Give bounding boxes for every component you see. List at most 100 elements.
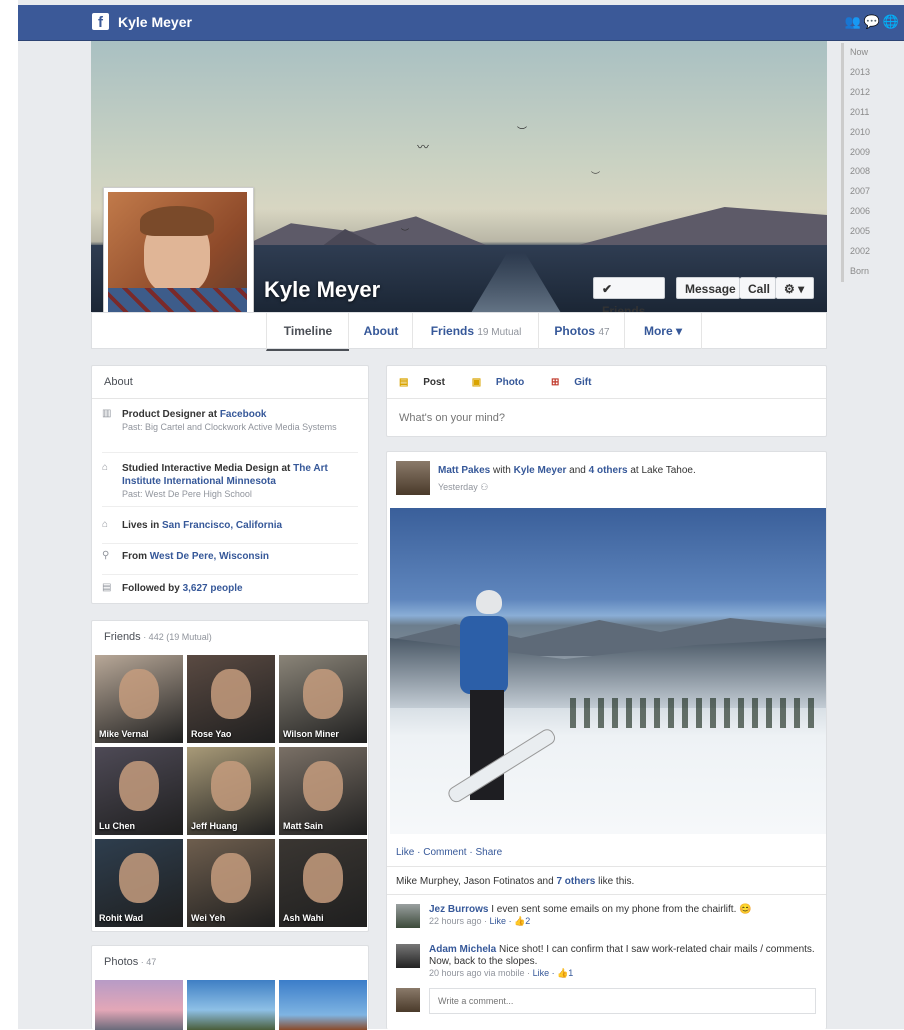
friend-tile[interactable]: Lu Chen — [95, 747, 183, 835]
about-work-link[interactable]: Facebook — [220, 409, 267, 420]
composer-gift-label: Gift — [574, 377, 592, 388]
friend-tile[interactable]: Rohit Wad — [95, 839, 183, 927]
friends-heading[interactable]: Friends · 442 (19 Mutual) — [92, 621, 368, 649]
divider — [387, 894, 826, 895]
photo-thumbnail[interactable] — [95, 980, 183, 1030]
comment-time[interactable]: 22 hours ago · — [429, 916, 490, 926]
about-followed-link[interactable]: 3,627 people — [183, 583, 243, 594]
tab-photos[interactable]: Photos 47 — [538, 313, 625, 349]
about-lives: ⌂ Lives in San Francisco, California — [102, 519, 358, 544]
graduation-cap-icon: ⌂ — [102, 462, 109, 473]
timeline-year-link[interactable]: 2002 — [844, 242, 894, 262]
timeline-year-link[interactable]: 2005 — [844, 222, 894, 242]
divider — [387, 866, 826, 867]
friend-tile[interactable]: Wei Yeh — [187, 839, 275, 927]
timeline-year-link[interactable]: 2009 — [844, 143, 894, 163]
comment-like-link[interactable]: Like — [533, 968, 550, 978]
friends-audience-icon: ⚇ — [480, 482, 489, 492]
post-photo[interactable] — [390, 508, 826, 834]
post-likes-others-link[interactable]: 7 others — [556, 876, 595, 887]
comment-author-link[interactable]: Jez Burrows — [429, 904, 488, 915]
snowboarder-helmet — [476, 590, 502, 614]
friend-tile[interactable]: Rose Yao — [187, 655, 275, 743]
message-button[interactable]: Message — [676, 277, 740, 299]
commenter-avatar[interactable] — [396, 944, 420, 968]
top-user-name[interactable]: Kyle Meyer — [118, 14, 192, 30]
commenter-avatar[interactable] — [396, 904, 420, 928]
tab-timeline[interactable]: Timeline — [266, 313, 349, 351]
timeline-year-link[interactable]: Born — [844, 262, 894, 282]
post-location-text: at Lake Tahoe. — [627, 465, 696, 476]
tab-friends[interactable]: Friends 19 Mutual — [412, 313, 539, 349]
globe-icon[interactable]: 🌐 — [883, 14, 902, 29]
settings-dropdown-button[interactable]: ⚙ ▾ — [776, 277, 814, 299]
friend-name[interactable]: Wilson Miner — [283, 729, 339, 739]
composer-post-tab[interactable]: ▤ Post — [399, 377, 457, 388]
friend-name[interactable]: Wei Yeh — [191, 913, 225, 923]
messages-icon[interactable]: 💬 — [864, 14, 883, 29]
friend-face-shape — [211, 853, 251, 903]
status-input[interactable] — [387, 398, 826, 436]
friend-tile[interactable]: Matt Sain — [279, 747, 367, 835]
friend-name[interactable]: Ash Wahi — [283, 913, 324, 923]
timeline-year-link[interactable]: 2013 — [844, 63, 894, 83]
friend-tile[interactable]: Wilson Miner — [279, 655, 367, 743]
post-tagged-link[interactable]: Kyle Meyer — [514, 465, 567, 476]
post-actions[interactable]: Like · Comment · Share — [396, 847, 502, 858]
about-from-link[interactable]: West De Pere, Wisconsin — [150, 551, 269, 562]
timeline-year-link[interactable]: 2008 — [844, 162, 894, 182]
post-likes-suffix: like this. — [595, 876, 635, 887]
composer-gift-tab[interactable]: ⊞ Gift — [551, 377, 603, 388]
post-others-link[interactable]: 4 others — [589, 465, 628, 476]
comment-like-link[interactable]: Like — [490, 916, 507, 926]
profile-photo-image — [108, 192, 247, 328]
timeline-year-link[interactable]: 2010 — [844, 123, 894, 143]
friend-name[interactable]: Rohit Wad — [99, 913, 143, 923]
post-author-link[interactable]: Matt Pakes — [438, 465, 490, 476]
call-button[interactable]: Call — [740, 277, 776, 299]
friend-tile[interactable]: Ash Wahi — [279, 839, 367, 927]
comment-like-count[interactable]: · 👍2 — [506, 916, 531, 926]
timeline-year-link[interactable]: 2007 — [844, 182, 894, 202]
timeline-year-link[interactable]: 2006 — [844, 202, 894, 222]
composer-photo-label: Photo — [495, 377, 525, 388]
post-timestamp[interactable]: Yesterday ⚇ — [438, 482, 488, 493]
friends-button[interactable]: ✔ Friends — [593, 277, 665, 312]
rss-feed-icon: ▤ — [102, 582, 112, 593]
post-author-avatar[interactable] — [396, 461, 430, 495]
about-lives-link[interactable]: San Francisco, California — [162, 520, 282, 531]
photo-thumbnail[interactable] — [279, 980, 367, 1030]
timeline-year-link[interactable]: 2011 — [844, 103, 894, 123]
friend-name[interactable]: Mike Vernal — [99, 729, 149, 739]
composer-photo-tab[interactable]: ▣ Photo — [472, 377, 537, 388]
timeline-year-link[interactable]: 2012 — [844, 83, 894, 103]
post-and-text: and — [566, 465, 589, 476]
comment-like-count[interactable]: · 👍1 — [549, 968, 574, 978]
friend-name[interactable]: Jeff Huang — [191, 821, 238, 831]
friend-face-shape — [119, 669, 159, 719]
photos-heading[interactable]: Photos · 47 — [92, 946, 368, 978]
friend-tile[interactable]: Jeff Huang — [187, 747, 275, 835]
facebook-logo-icon[interactable]: f — [92, 13, 109, 31]
building-icon: ▥ — [102, 408, 112, 419]
top-notification-icons[interactable]: 👥💬🌐 — [844, 14, 902, 30]
tab-friends-label: Friends — [430, 324, 475, 338]
friend-name[interactable]: Lu Chen — [99, 821, 135, 831]
friend-face-shape — [303, 853, 343, 903]
comment-author-link[interactable]: Adam Michela — [429, 944, 496, 955]
friend-name[interactable]: Rose Yao — [191, 729, 231, 739]
about-edu-prefix: Studied Interactive Media Design at — [122, 463, 294, 474]
top-bar: f Kyle Meyer 👥💬🌐 — [18, 5, 904, 41]
about-heading[interactable]: About — [92, 366, 368, 399]
tab-about[interactable]: About — [348, 313, 413, 349]
friend-name[interactable]: Matt Sain — [283, 821, 323, 831]
timeline-year-link[interactable]: Now — [844, 43, 894, 63]
photo-thumbnail[interactable] — [187, 980, 275, 1030]
comment-time[interactable]: 20 hours ago via mobile · — [429, 968, 533, 978]
about-followed-prefix: Followed by — [122, 583, 183, 594]
friend-tile[interactable]: Mike Vernal — [95, 655, 183, 743]
comment-input[interactable] — [429, 988, 816, 1014]
friends-icon[interactable]: 👥 — [844, 14, 863, 29]
tab-more[interactable]: More ▾ — [624, 313, 702, 349]
about-work-past: Past: Big Cartel and Clockwork Active Me… — [122, 422, 337, 432]
